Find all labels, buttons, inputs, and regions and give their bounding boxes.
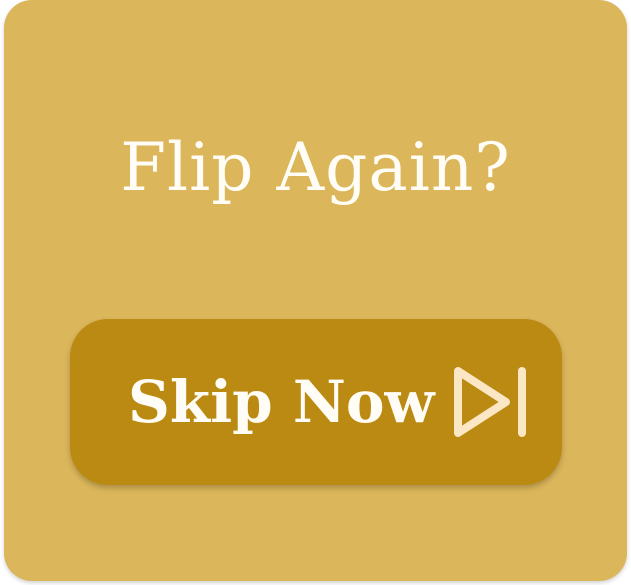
skip-forward-icon — [454, 367, 526, 437]
dialog-title: Flip Again? — [120, 129, 511, 206]
skip-now-label: Skip Now — [128, 368, 435, 436]
flip-again-card: Flip Again? Skip Now — [4, 0, 627, 581]
skip-now-button[interactable]: Skip Now — [70, 319, 562, 485]
